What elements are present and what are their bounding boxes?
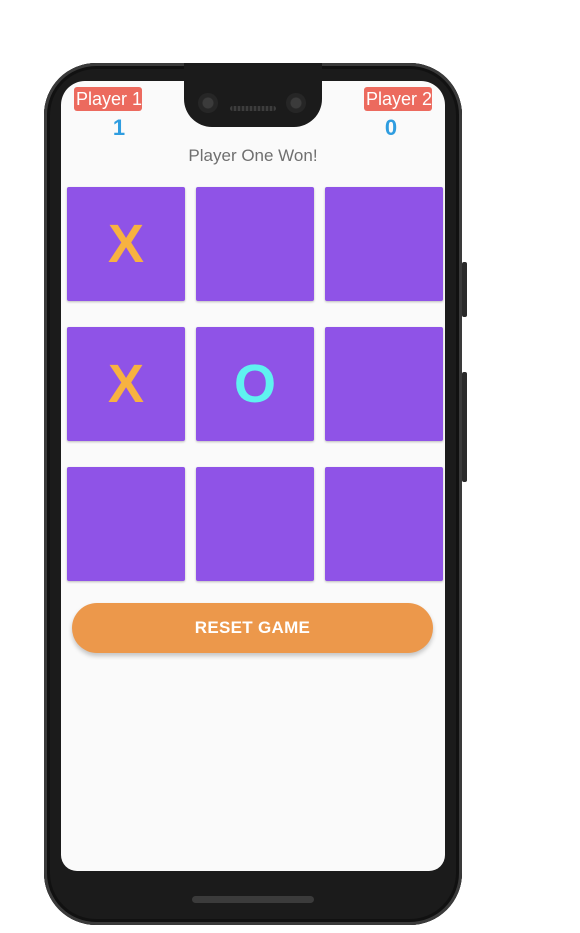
game-status-message: Player One Won! — [188, 146, 318, 165]
front-camera-icon — [198, 93, 218, 113]
board-cell-5[interactable]: O — [196, 327, 314, 441]
power-button — [462, 262, 467, 317]
board-cell-2[interactable] — [196, 187, 314, 301]
reset-game-button[interactable]: RESET GAME — [72, 603, 433, 653]
player-1-badge: Player 1 — [74, 87, 143, 111]
board-cell-4[interactable]: X — [67, 327, 185, 441]
board-cell-1[interactable]: X — [67, 187, 185, 301]
player-2-badge: Player 2 — [364, 87, 433, 111]
front-sensor-icon — [286, 93, 306, 113]
player-2-score: 0 — [384, 115, 398, 140]
board-cell-8[interactable] — [196, 467, 314, 581]
board-cell-3[interactable] — [325, 187, 443, 301]
cell-mark: X — [107, 214, 145, 274]
bottom-speaker — [192, 896, 314, 903]
earpiece-speaker — [230, 106, 276, 111]
board-cell-9[interactable] — [325, 467, 443, 581]
cell-mark: X — [107, 354, 145, 414]
board-cell-6[interactable] — [325, 327, 443, 441]
device-frame: Player 1 1 Player 2 0 Player One Won! X … — [0, 0, 580, 933]
volume-button — [462, 372, 467, 482]
player-1-score: 1 — [112, 115, 126, 140]
cell-mark: O — [233, 354, 276, 414]
board-cell-7[interactable] — [67, 467, 185, 581]
